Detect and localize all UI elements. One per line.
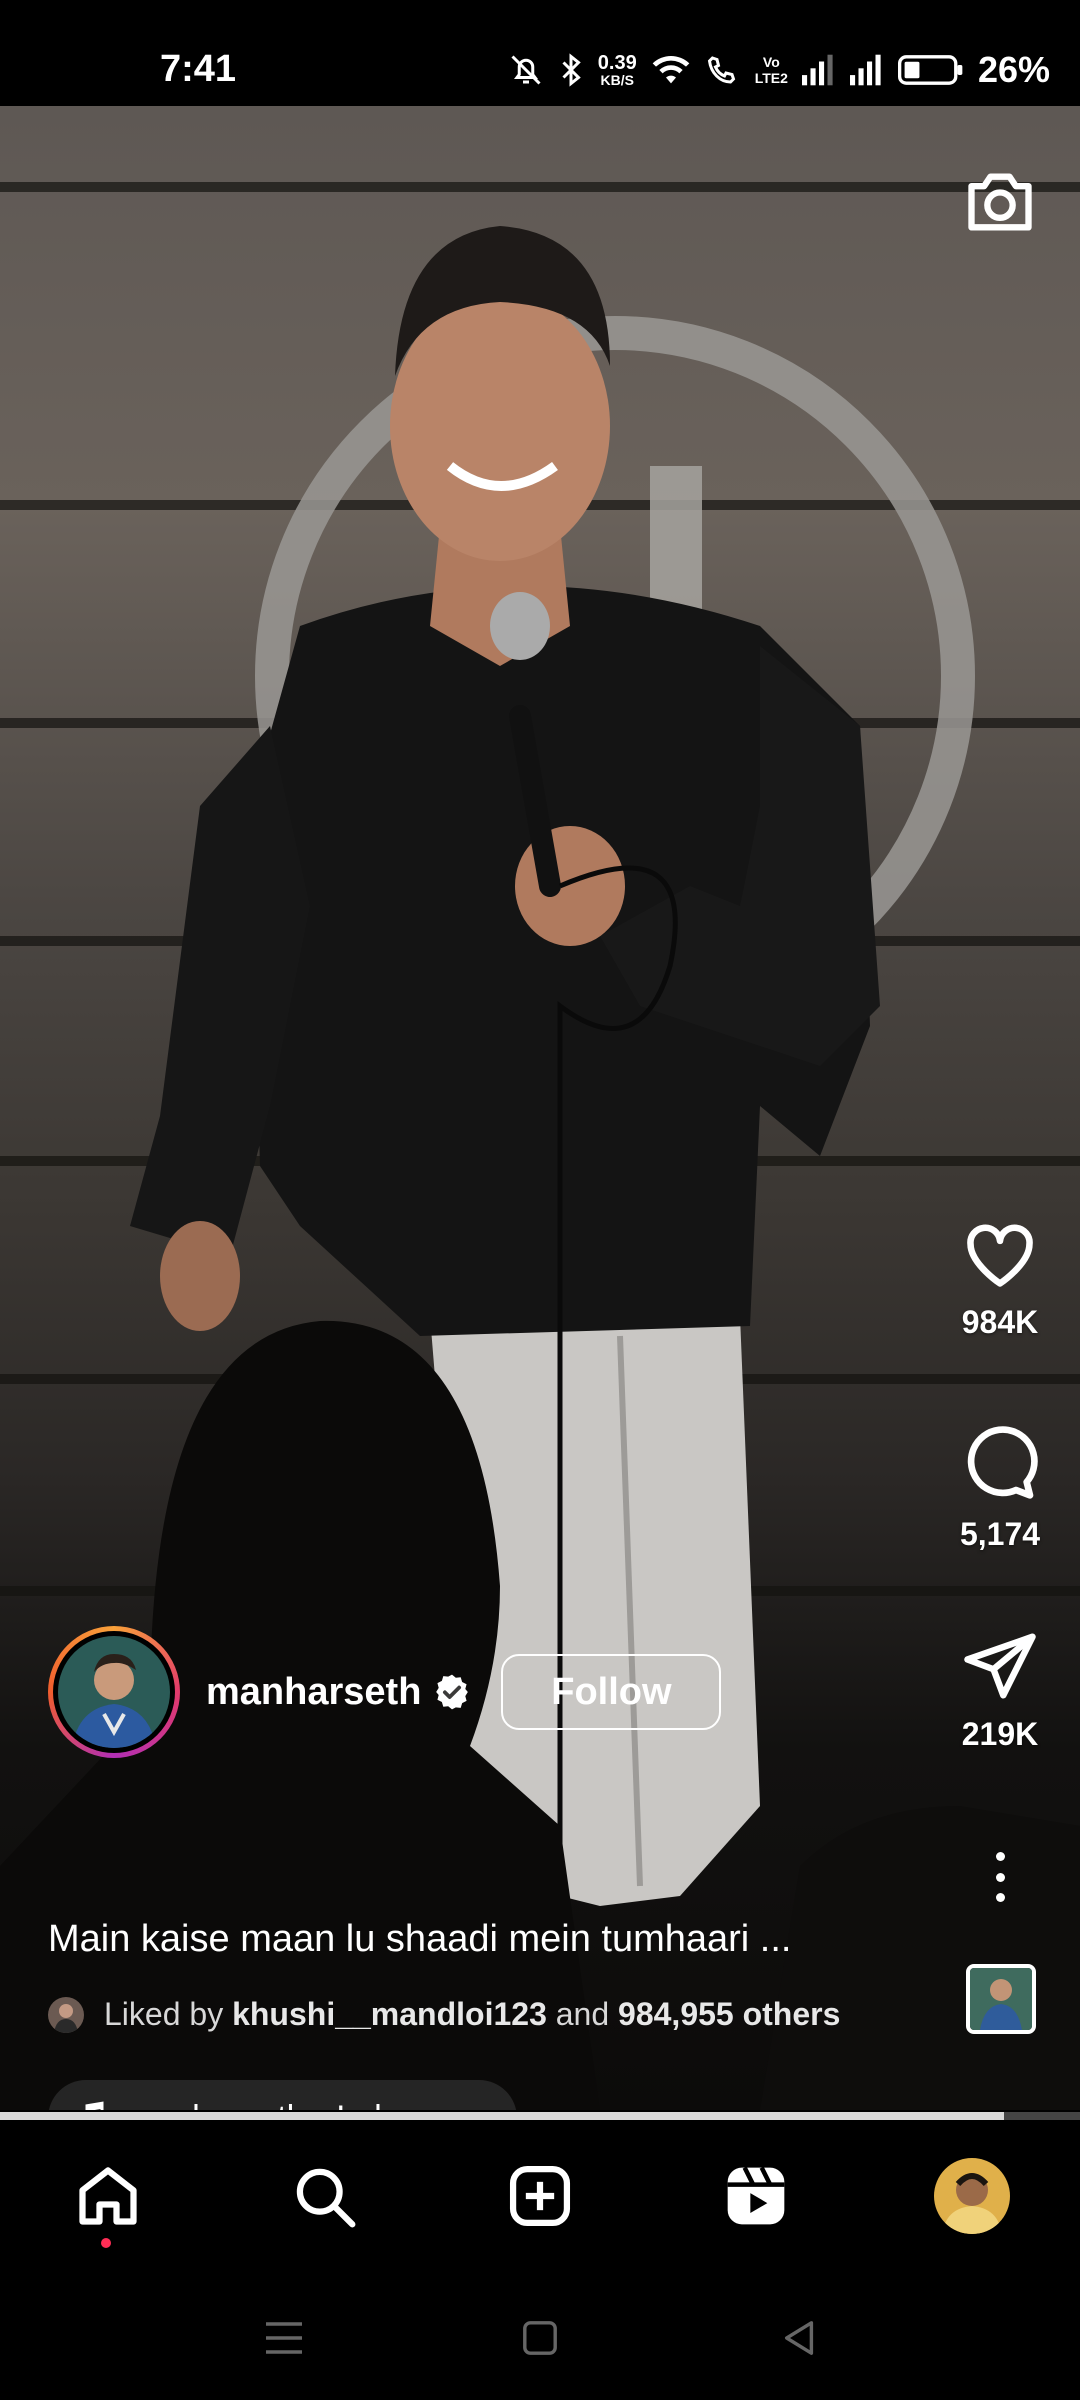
author-avatar[interactable] — [48, 1626, 180, 1758]
like-count: 984K — [961, 1304, 1039, 1340]
reel-progress-fill — [0, 2112, 1005, 2120]
audio-pill[interactable]: manharseth • Lehenga — [48, 2080, 517, 2110]
comment-action[interactable]: 5,174 — [920, 1422, 1080, 1553]
liked-by-connector: and — [555, 1996, 610, 2032]
more-dot — [995, 1852, 1005, 1861]
status-icons: 0.39 KB/S Vo LTE2 26% — [508, 46, 1050, 94]
mute-bell-icon — [511, 55, 541, 85]
home-icon — [79, 2167, 137, 2225]
author-row: manharseth Follow — [48, 1626, 722, 1758]
home-system-button[interactable] — [510, 2308, 570, 2368]
menu-icon — [266, 2322, 302, 2354]
status-bar: 7:41 0.39 KB/S Vo LTE2 26% — [0, 0, 1080, 106]
reel-actions: 984K 5,174 219K — [920, 106, 1080, 2110]
like-action[interactable]: 984K — [920, 1218, 1080, 1341]
reel-video[interactable]: 984K 5,174 219K manharseth Follow Main k… — [0, 106, 1080, 2110]
liked-by-user[interactable]: khushi__mandloi123 — [232, 1996, 547, 2033]
share-count: 219K — [961, 1716, 1039, 1752]
follow-button[interactable]: Follow — [501, 1654, 722, 1730]
audience-silhouette — [0, 1320, 1080, 2110]
network-speed: 0.39 KB/S — [597, 52, 637, 88]
home-notification-dot — [101, 2238, 111, 2248]
battery-icon — [897, 55, 963, 85]
more-dot — [995, 1893, 1005, 1902]
signal-icon-1 — [801, 54, 833, 86]
reel-progress-bar[interactable] — [0, 2112, 1080, 2120]
share-action[interactable]: 219K — [920, 1630, 1080, 1753]
audio-thumbnail[interactable] — [966, 1964, 1036, 2034]
profile-avatar-image — [934, 2158, 1010, 2234]
liker-avatar-image — [48, 1996, 84, 2033]
author-avatar-image — [58, 1636, 170, 1748]
nav-profile[interactable] — [932, 2156, 1012, 2236]
comment-count: 5,174 — [959, 1516, 1041, 1552]
verified-badge-icon — [436, 1674, 469, 1710]
music-note-icon — [85, 2101, 104, 2110]
bottom-nav — [0, 2120, 1080, 2270]
send-icon — [964, 1633, 1036, 1699]
nav-home[interactable] — [68, 2156, 148, 2236]
back-button[interactable] — [770, 2308, 830, 2368]
bluetooth-icon — [562, 53, 581, 87]
recents-button[interactable] — [254, 2308, 314, 2368]
more-dot — [995, 1872, 1005, 1882]
comment-icon — [967, 1426, 1038, 1499]
author-username[interactable]: manharseth — [206, 1671, 421, 1714]
nav-reels[interactable] — [716, 2156, 796, 2236]
wifi-icon — [652, 56, 690, 84]
search-icon — [296, 2168, 356, 2228]
liked-by-others[interactable]: 984,955 others — [618, 1996, 840, 2033]
back-triangle-icon — [784, 2321, 814, 2355]
audio-thumbnail-image — [970, 1968, 1032, 2030]
create-icon — [509, 2165, 571, 2227]
profile-avatar — [934, 2158, 1010, 2234]
camera-icon — [968, 173, 1032, 231]
liker-avatar — [48, 1996, 84, 2033]
status-time: 7:41 — [160, 48, 237, 90]
reels-icon — [727, 2166, 785, 2225]
battery-percent: 26% — [977, 49, 1050, 90]
liked-by-row[interactable]: Liked by khushi__mandloi123 and 984,955 … — [48, 1996, 840, 2033]
signal-icon-2 — [849, 54, 881, 86]
camera-button[interactable] — [950, 152, 1050, 252]
square-icon — [523, 2321, 557, 2355]
wifi-call-icon — [707, 56, 735, 84]
heart-icon — [967, 1224, 1033, 1287]
audio-label: manharseth • Lehenga — [126, 2099, 469, 2111]
reel-caption[interactable]: Main kaise maan lu shaadi mein tumhaari … — [48, 1918, 908, 1961]
more-options-button[interactable] — [980, 1842, 1020, 1912]
volte-indicator: Vo LTE2 — [754, 54, 788, 86]
nav-search[interactable] — [284, 2156, 364, 2236]
liked-by-prefix: Liked by — [104, 1996, 224, 2032]
system-nav-bar — [0, 2270, 1080, 2400]
nav-create[interactable] — [500, 2156, 580, 2236]
